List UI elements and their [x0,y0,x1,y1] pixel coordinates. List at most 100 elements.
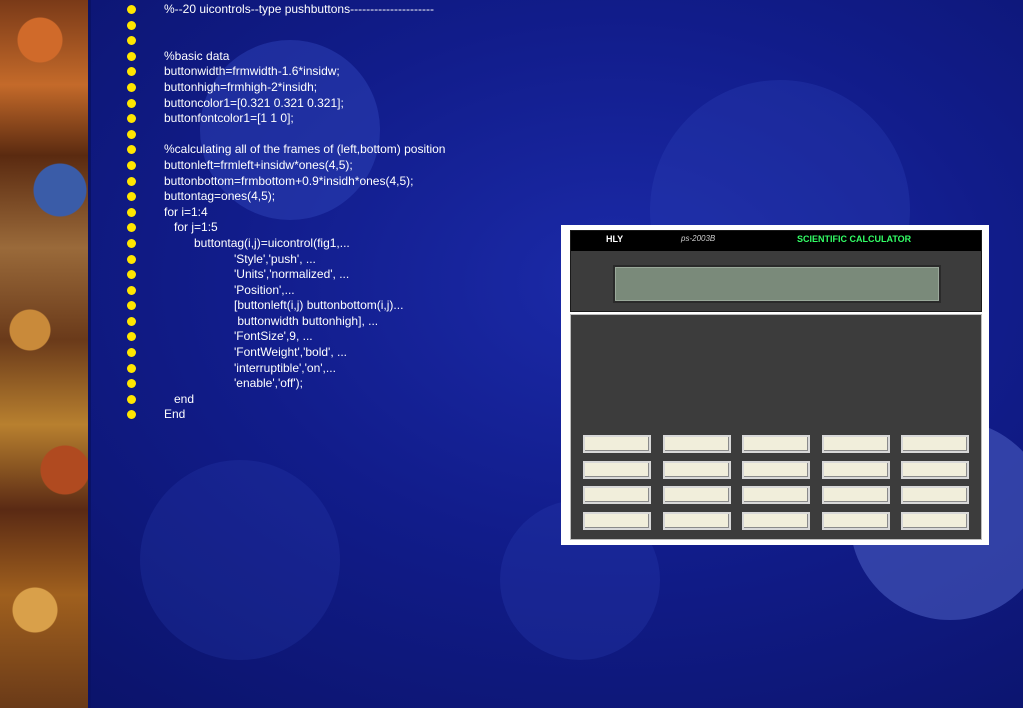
calculator-key[interactable] [901,435,969,453]
code-line-text: End [164,407,186,422]
calculator-header-bar: HLY ps-2003B SCIENTIFIC CALCULATOR [571,231,981,251]
calculator-model: ps-2003B [681,234,716,243]
code-line: buttonleft=frmleft+insidw*ones(4,5); [128,158,558,174]
code-line-text: for j=1:5 [164,220,218,235]
code-line: [buttonleft(i,j) buttonbottom(i,j)... [128,298,558,314]
calculator-brand: HLY [606,234,624,244]
code-line-text: 'Position',... [164,282,295,297]
calculator-key[interactable] [662,460,731,479]
bullet-icon [128,411,135,419]
bullet-icon [128,68,135,76]
code-line: 'Units','normalized', ... [128,267,558,283]
code-line-text: buttoncolor1=[0.321 0.321 0.321]; [164,95,344,110]
code-line-text: [buttonleft(i,j) buttonbottom(i,j)... [164,298,404,313]
bullet-icon [128,130,135,138]
calculator-top-panel: HLY ps-2003B SCIENTIFIC CALCULATOR [570,230,982,312]
calculator-key[interactable] [821,511,890,530]
code-line: buttonwidth=frmwidth-1.6*insidw; [128,64,558,80]
code-line-text: buttonhigh=frmhigh-2*insidh; [164,79,318,94]
bullet-icon [128,271,135,279]
bullet-icon [128,255,135,263]
bullet-icon [128,52,135,60]
decorative-side-strip [0,0,91,708]
code-line: 'FontWeight','bold', ... [128,345,558,361]
code-line-text: buttonfontcolor1=[1 1 0]; [164,111,294,126]
code-line [128,33,558,49]
code-line-text: for i=1:4 [164,204,208,219]
code-line: 'interruptible','on',... [128,361,558,377]
code-line: buttonwidth buttonhigh], ... [128,314,558,330]
calculator-key[interactable] [583,486,651,504]
calculator-key[interactable] [662,435,731,453]
code-line: 'Style','push', ... [128,252,558,268]
code-line [128,127,558,143]
bullet-icon [128,21,135,29]
code-line-text: end [164,391,195,406]
calculator-key[interactable] [583,435,651,453]
calculator-key[interactable] [583,460,651,479]
calculator-display [613,265,941,303]
bullet-icon [128,161,135,169]
code-line: buttontag=ones(4,5); [128,189,558,205]
code-line: 'enable','off'); [128,376,558,392]
code-line-text: buttontag(i,j)=uicontrol(fig1,... [164,235,350,250]
code-line-text: 'FontWeight','bold', ... [164,345,348,360]
code-line [128,18,558,34]
calculator-key[interactable] [821,460,890,479]
bullet-icon [128,115,135,123]
code-line-text: buttonleft=frmleft+insidw*ones(4,5); [164,157,353,172]
code-line-text: buttontag=ones(4,5); [164,189,276,204]
bullet-icon [128,317,135,325]
calculator-key[interactable] [662,486,731,504]
code-line-text: buttonwidth buttonhigh], ... [164,313,379,328]
code-line-text: %basic data [164,48,230,63]
calculator-title: SCIENTIFIC CALCULATOR [797,234,912,244]
code-line: for i=1:4 [128,205,558,221]
code-line: 'FontSize',9, ... [128,329,558,345]
bullet-icon [128,146,135,154]
calculator-key[interactable] [662,511,731,530]
code-line-text: 'Style','push', ... [164,251,316,266]
calculator-key[interactable] [742,486,810,504]
code-line: buttoncolor1=[0.321 0.321 0.321]; [128,96,558,112]
bullet-icon [128,6,135,13]
bullet-icon [128,333,135,341]
code-line-text: 'enable','off'); [164,376,304,391]
calculator-key[interactable] [821,486,890,504]
bullet-icon [128,380,135,388]
code-line: %--20 uicontrols--type pushbuttons------… [128,2,558,18]
calculator-key[interactable] [821,435,890,453]
bullet-icon [128,349,135,357]
code-line: for j=1:5 [128,220,558,236]
calculator-key[interactable] [901,460,969,479]
bullet-icon [128,286,135,294]
calculator-key[interactable] [742,435,810,453]
code-line: end [128,392,558,408]
code-line-text: 'Units','normalized', ... [164,267,350,282]
code-line-text: 'interruptible','on',... [164,360,336,375]
code-line-text: buttonwidth=frmwidth-1.6*insidw; [164,64,340,79]
calculator-keypad [570,314,982,540]
code-line: %calculating all of the frames of (left,… [128,142,558,158]
bullet-icon [128,302,135,310]
code-line: buttonhigh=frmhigh-2*insidh; [128,80,558,96]
calculator-key[interactable] [742,511,810,530]
code-line-text: buttonbottom=frmbottom+0.9*insidh*ones(4… [164,173,414,188]
calculator-key[interactable] [742,460,810,479]
calculator-key[interactable] [901,486,969,504]
code-line: buttonbottom=frmbottom+0.9*insidh*ones(4… [128,174,558,190]
bullet-icon [128,395,135,403]
code-listing: %--20 uicontrols--type pushbuttons------… [128,2,558,423]
code-line-text: %calculating all of the frames of (left,… [164,142,446,157]
code-line-text: %--20 uicontrols--type pushbuttons------… [164,2,435,16]
code-line: 'Position',... [128,283,558,299]
code-line-text: 'FontSize',9, ... [164,329,313,344]
calculator-key[interactable] [901,511,969,530]
bullet-icon [128,208,135,216]
calculator-key[interactable] [583,511,651,530]
calculator-figure: HLY ps-2003B SCIENTIFIC CALCULATOR [561,225,989,545]
bullet-icon [128,193,135,201]
bullet-icon [128,37,135,45]
bullet-icon [128,99,135,107]
code-line: buttonfontcolor1=[1 1 0]; [128,111,558,127]
